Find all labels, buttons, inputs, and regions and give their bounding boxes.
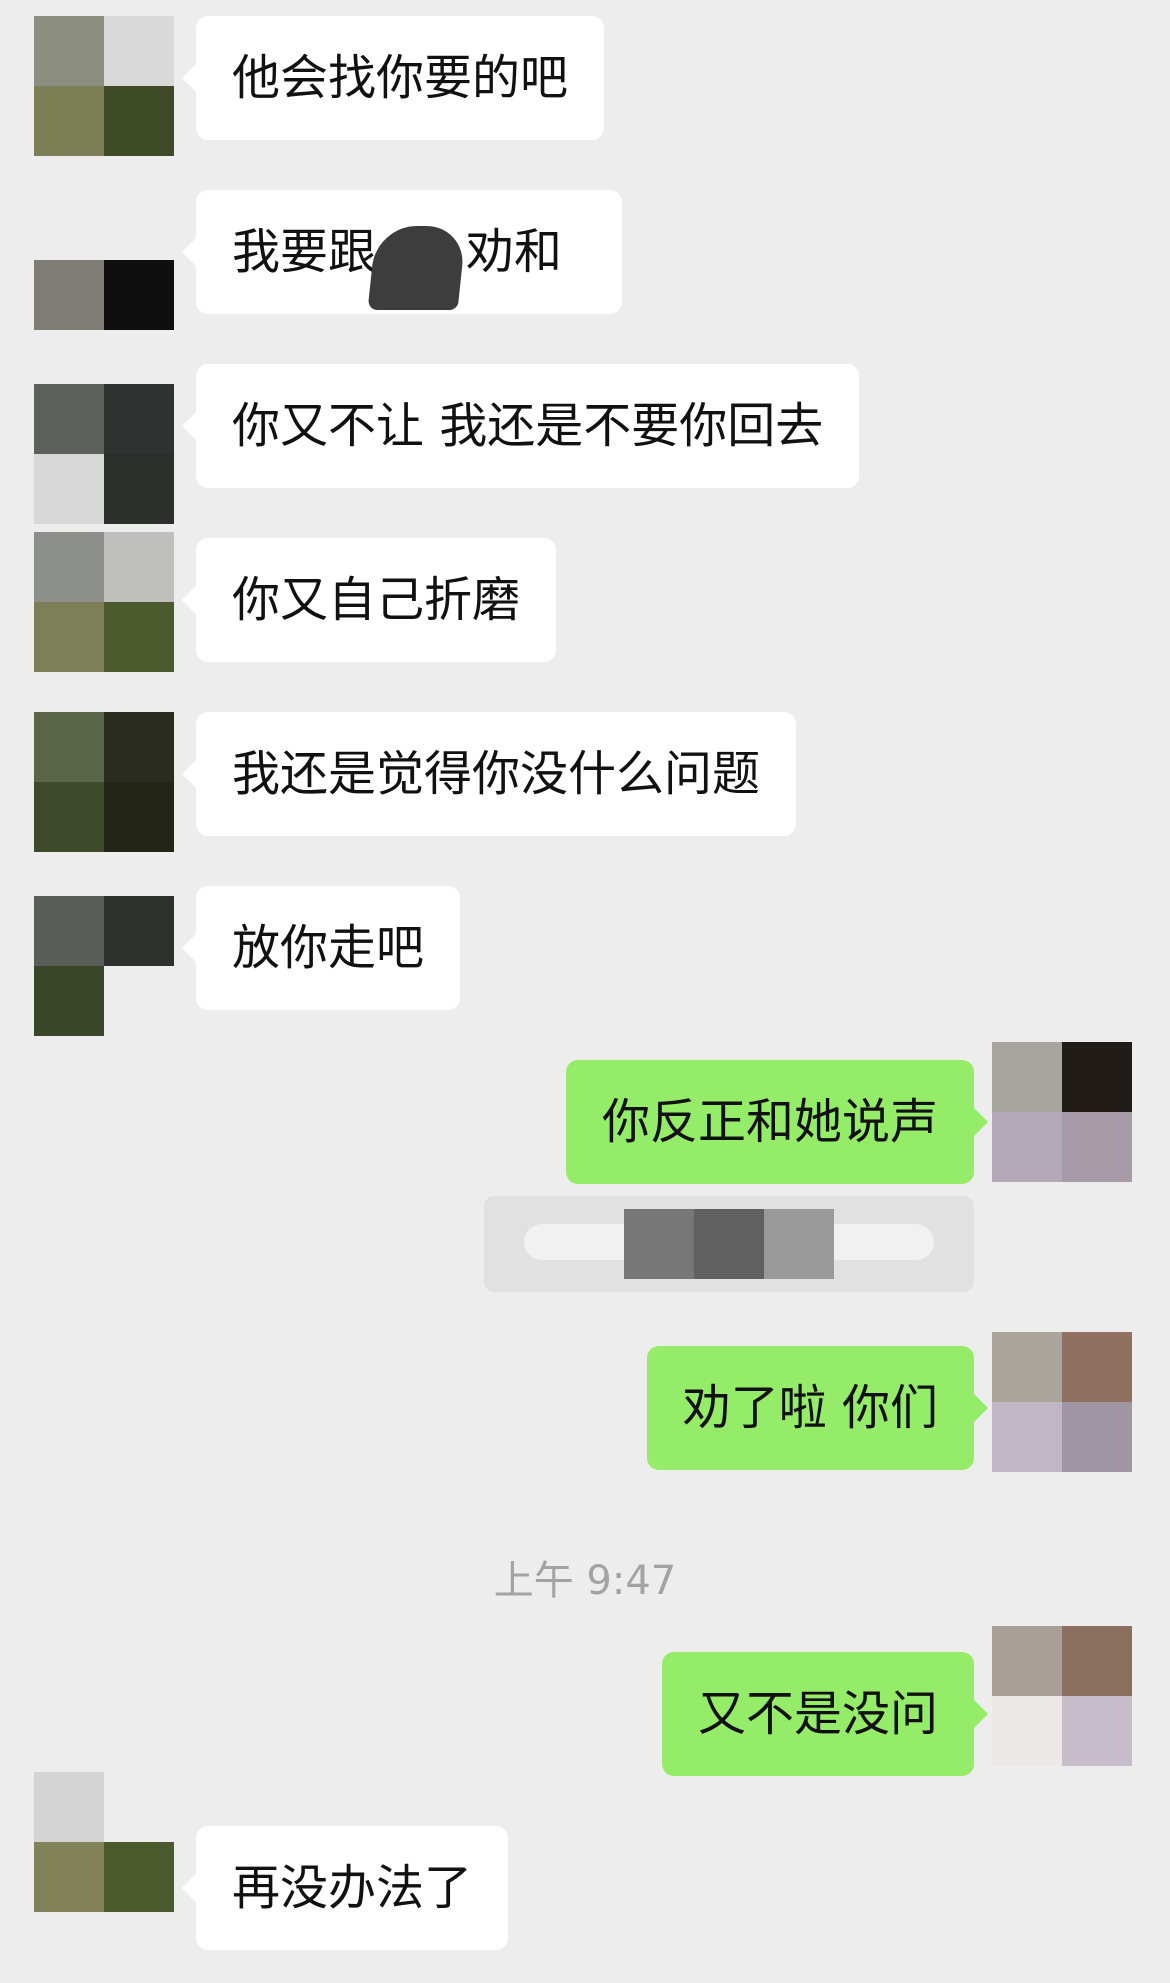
message-row-incoming: 他会找你要的吧	[0, 16, 1170, 156]
message-timestamp: 上午 9:47	[493, 1558, 677, 1604]
chat-area[interactable]: 他会找你要的吧 我要跟 劝和 你又不让 我还是不要你回去 你又自己折磨 我还是觉…	[0, 0, 1170, 1983]
contact-avatar[interactable]	[34, 384, 174, 524]
message-text: 再没办法了	[232, 1860, 473, 1916]
message-row-incoming: 我还是觉得你没什么问题	[0, 712, 1170, 852]
message-row-outgoing: 又不是没问	[0, 1626, 1170, 1792]
message-bubble[interactable]: 劝了啦 你们	[646, 1346, 989, 1470]
message-row-outgoing: 劝了啦 你们	[0, 1332, 1170, 1486]
my-avatar[interactable]	[992, 1626, 1132, 1766]
message-text-tail: 劝和	[466, 224, 563, 280]
message-text: 劝了啦 你们	[682, 1380, 938, 1436]
message-bubble[interactable]: 你又不让 我还是不要你回去	[181, 364, 860, 488]
contact-avatar[interactable]	[34, 712, 174, 852]
message-text: 放你走吧	[232, 920, 425, 976]
message-row-incoming: 你又自己折磨	[0, 532, 1170, 678]
redacted-attachment[interactable]	[484, 1196, 974, 1292]
message-text: 我还是觉得你没什么问题	[232, 746, 761, 802]
message-bubble[interactable]: 放你走吧	[181, 886, 461, 1010]
contact-avatar[interactable]	[34, 16, 174, 156]
contact-avatar[interactable]	[34, 1772, 174, 1912]
message-text: 我要跟	[232, 224, 377, 280]
message-text: 你反正和她说声	[601, 1094, 938, 1150]
contact-avatar[interactable]	[34, 532, 174, 672]
message-row-incoming: 我要跟 劝和	[0, 190, 1170, 330]
message-text: 又不是没问	[697, 1686, 938, 1742]
contact-avatar[interactable]	[34, 190, 174, 330]
my-avatar[interactable]	[992, 1332, 1132, 1472]
contact-avatar[interactable]	[34, 896, 174, 1036]
message-text: 你又不让 我还是不要你回去	[232, 398, 824, 454]
message-bubble[interactable]: 他会找你要的吧	[181, 16, 605, 140]
my-avatar[interactable]	[992, 1042, 1132, 1182]
message-bubble[interactable]: 你反正和她说声	[565, 1060, 989, 1184]
message-row-incoming: 你又不让 我还是不要你回去	[0, 364, 1170, 524]
message-text: 你又自己折磨	[232, 572, 521, 628]
message-text: 他会找你要的吧	[232, 50, 569, 106]
message-bubble[interactable]: 又不是没问	[661, 1652, 989, 1776]
message-bubble[interactable]: 我还是觉得你没什么问题	[181, 712, 797, 836]
message-bubble[interactable]: 你又自己折磨	[181, 538, 557, 662]
message-row-incoming: 放你走吧	[0, 886, 1170, 1036]
message-row-incoming: 再没办法了	[0, 1772, 1170, 1966]
message-row-outgoing: 你反正和她说声	[0, 1042, 1170, 1200]
message-bubble[interactable]: 再没办法了	[181, 1826, 509, 1950]
